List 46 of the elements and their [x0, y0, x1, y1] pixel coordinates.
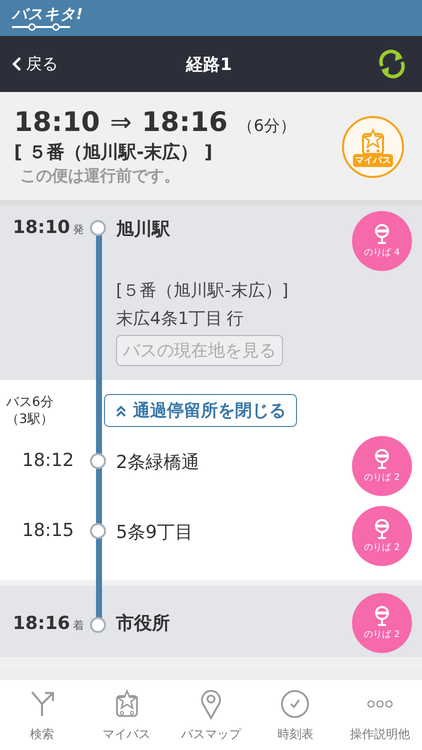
double-chevron-up-icon	[115, 404, 127, 416]
stop-time: 18:10	[12, 217, 70, 238]
time-suffix: 発	[73, 222, 84, 237]
tab-button[interactable]: 検索	[0, 680, 84, 750]
ride-duration: バス6分	[6, 394, 54, 411]
tab-button[interactable]: 操作説明他	[338, 680, 422, 750]
tab-button[interactable]: バスマップ	[168, 680, 254, 750]
status-notice: この便は運行前です。	[19, 166, 181, 187]
logo-track-icon	[12, 22, 70, 32]
stop-node-icon	[90, 616, 106, 632]
stop-name: 市役所	[116, 612, 170, 635]
platform-badge[interactable]: のりば 4	[352, 211, 412, 271]
tab-button[interactable]: 時刻表	[253, 680, 338, 750]
screen-title: 経路1	[186, 54, 232, 76]
arrival-time: 18:16	[142, 107, 228, 138]
bus-stop-sign-icon	[374, 448, 390, 468]
chevron-left-icon	[12, 56, 22, 72]
route-name: [ ５番（旭川駅-末広） ]	[14, 141, 214, 164]
platform-badge[interactable]: のりば 2	[352, 506, 412, 566]
stop-node-icon	[90, 220, 106, 236]
stop-node-icon	[90, 453, 106, 469]
destination-name: 末広4条1丁目	[116, 308, 223, 331]
collapse-stops-button[interactable]: 通過停留所を閉じる	[104, 394, 297, 427]
tab-button[interactable]: マイバス	[84, 680, 169, 750]
stop-node-icon	[90, 523, 106, 539]
stop-time: 18:12	[22, 450, 75, 471]
stop-time: 18:16	[12, 612, 70, 634]
destination-suffix: 行	[226, 308, 244, 331]
stop-name: 2条緑橋通	[116, 451, 200, 474]
station-count: （3駅）	[6, 411, 54, 428]
stop-name: 5条9丁目	[116, 521, 193, 544]
bus-stop-sign-icon	[374, 606, 390, 626]
departure-time: 18:10	[14, 107, 100, 138]
stop-time: 18:15	[22, 520, 75, 541]
bus-stop-sign-icon	[374, 224, 390, 244]
stop-name: 旭川駅	[116, 218, 170, 241]
bus-stop-sign-icon	[374, 518, 390, 538]
arrow-symbol: ⇒	[110, 108, 132, 138]
app-logo: バスキタ!	[12, 4, 84, 22]
time-suffix: 着	[73, 618, 84, 632]
platform-badge[interactable]: のりば 2	[352, 436, 412, 496]
back-button[interactable]: 戻る	[8, 50, 62, 78]
route-name: [５番（旭川駅-末広）]	[116, 280, 288, 303]
trip-duration: （6分）	[238, 116, 296, 137]
clock-icon	[279, 688, 312, 720]
platform-badge[interactable]: のりば 2	[352, 593, 412, 653]
